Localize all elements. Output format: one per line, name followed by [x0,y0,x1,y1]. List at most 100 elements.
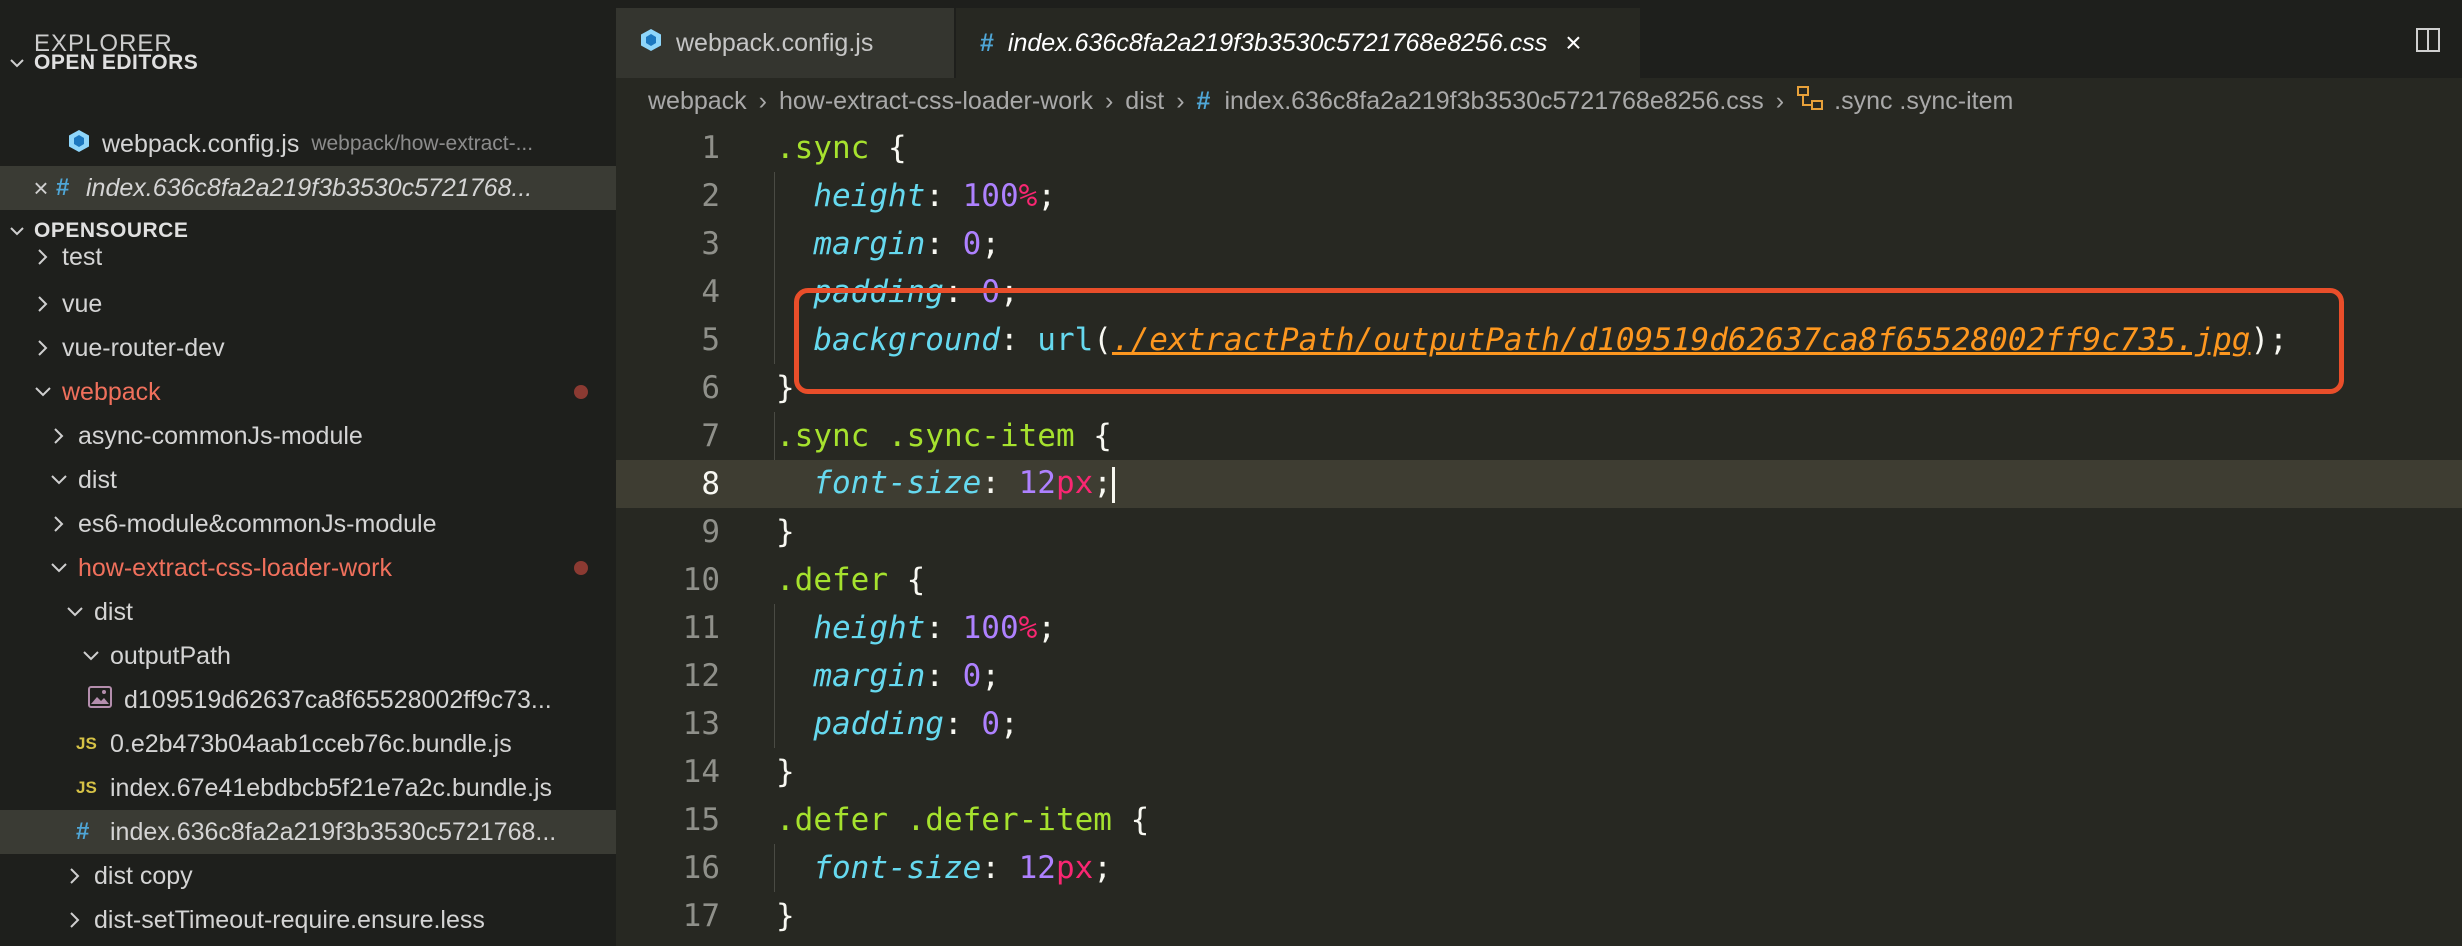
code-line[interactable]: 16 font-size: 12px; [616,844,2462,892]
line-number: 14 [682,754,720,790]
chevron-right-icon: › [1775,86,1785,115]
code-line[interactable]: 9 } [616,508,2462,556]
breadcrumb-item[interactable]: dist [1125,87,1164,116]
css-file-icon: # [1196,86,1211,115]
line-number: 12 [682,658,720,694]
code-text: .defer { [776,562,926,598]
code-line[interactable]: 7 .sync .sync-item { [616,412,2462,460]
code-line[interactable]: 11 height: 100%; [616,604,2462,652]
chevron-right-icon: › [1104,86,1114,115]
open-editor-item-index-css[interactable]: × # index.636c8fa2a219f3b3530c5721768... [0,166,616,210]
tree-item-async-commonjs-module[interactable]: async-commonJs-module [0,414,616,458]
tree-item-label: 0.e2b473b04aab1cceb76c.bundle.js [110,729,512,758]
code-text: font-size: 12px; [776,465,1115,503]
tree-item-es6-module[interactable]: es6-module&commonJs-module [0,502,616,546]
line-number: 16 [682,850,720,886]
breadcrumb: webpack › how-extract-css-loader-work › … [616,78,2462,124]
code-line[interactable]: 2 height: 100%; [616,172,2462,220]
chevron-right-icon: › [1176,86,1185,115]
breadcrumb-symbol[interactable]: .sync .sync-item [1834,87,2013,116]
code-text: .sync .sync-item { [776,418,1112,454]
tree-item-how-extract-css-loader-work[interactable]: how-extract-css-loader-work [0,546,616,590]
tab-webpack-config[interactable]: webpack.config.js [616,8,954,78]
tree-item-outputpath[interactable]: outputPath [0,634,616,678]
code-line[interactable]: 10 .defer { [616,556,2462,604]
code-text: height: 100%; [813,610,1056,646]
open-editor-item-webpack-config[interactable]: webpack.config.js webpack/how-extract-..… [0,122,616,166]
code-line[interactable]: 13 padding: 0; [616,700,2462,748]
chevron-right-icon [30,291,56,317]
css-file-icon: # [56,174,70,201]
line-number: 10 [682,562,720,598]
tree-item-index-css[interactable]: # index.636c8fa2a219f3b3530c5721768... [0,810,616,854]
tab-index-css[interactable]: # index.636c8fa2a219f3b3530c5721768e8256… [956,8,1640,78]
tree-item-bundle-index[interactable]: JS index.67e41ebdbcb5f21e7a2c.bundle.js [0,766,616,810]
line-number: 15 [682,802,720,838]
chevron-down-icon [78,643,104,669]
token-number: 100 [962,610,1019,646]
breadcrumb-item[interactable]: webpack [648,87,747,116]
token-number: 0 [962,658,982,694]
tree-item-dist-inner[interactable]: dist [0,590,616,634]
open-editors-header[interactable]: OPEN EDITORS [0,42,616,84]
tree-item-test[interactable]: test [0,240,616,274]
token-number: 100 [962,178,1019,214]
tree-item-label: d109519d62637ca8f65528002ff9c73... [124,685,552,714]
tree-item-dist-settimeout[interactable]: dist-setTimeout-require.ensure.less [0,898,616,942]
tree-item-label: async-commonJs-module [78,421,363,450]
tree-item-label: dist-setTimeout-require.ensure.less [94,905,485,934]
editor-tab-bar: webpack.config.js # index.636c8fa2a219f3… [616,0,2462,78]
breadcrumb-file[interactable]: index.636c8fa2a219f3b3530c5721768e8256.c… [1224,87,1763,116]
code-text: .sync { [776,130,907,166]
line-number: 17 [682,898,720,934]
webpack-icon [640,28,662,59]
tree-item-vue[interactable]: vue [0,282,616,326]
tree-item-label: index.636c8fa2a219f3b3530c5721768... [110,817,557,846]
code-text: margin: 0; [813,658,1000,694]
tree-item-image-file[interactable]: d109519d62637ca8f65528002ff9c73... [0,678,616,722]
tree-item-label: vue [62,289,103,318]
breadcrumb-item[interactable]: how-extract-css-loader-work [779,87,1093,116]
close-icon[interactable]: × [1565,27,1581,59]
line-number: 13 [682,706,720,742]
token-unit: % [1018,178,1038,214]
token-selector: .sync .sync-item [776,418,1075,454]
tree-item-dist-copy[interactable]: dist copy [0,854,616,898]
image-file-icon [88,685,118,715]
css-file-icon: # [76,818,90,845]
code-text: } [776,898,795,934]
code-text: } [776,514,795,550]
symbol-class-icon [1796,85,1824,118]
modified-indicator [574,561,588,575]
split-editor-icon[interactable] [2414,26,2442,59]
code-line[interactable]: 15 .defer .defer-item { [616,796,2462,844]
close-icon[interactable]: × [26,173,56,204]
line-number: 11 [682,610,720,646]
open-editors-label: OPEN EDITORS [34,51,199,74]
token-property: padding [813,706,944,742]
code-text: margin: 0; [813,226,1000,262]
tree-item-bundle-0[interactable]: JS 0.e2b473b04aab1cceb76c.bundle.js [0,722,616,766]
code-text: padding: 0; [813,706,1019,742]
code-line[interactable]: 14 } [616,748,2462,796]
line-number: 4 [701,274,720,310]
open-editor-filename: index.636c8fa2a219f3b3530c5721768... [86,173,533,202]
code-line[interactable]: 12 margin: 0; [616,652,2462,700]
code-line[interactable]: 1 .sync { [616,124,2462,172]
chevron-right-icon [62,863,88,889]
code-editor[interactable]: 1 .sync { 2 height: 100%; 3 margin: 0; 4… [616,124,2462,946]
code-line[interactable]: 17 } [616,892,2462,940]
chevron-right-icon [30,244,56,270]
token-unit: px [1055,850,1094,886]
code-line[interactable]: 3 margin: 0; [616,220,2462,268]
tree-item-dist[interactable]: dist [0,458,616,502]
chevron-right-icon [30,335,56,361]
tree-item-vue-router-dev[interactable]: vue-router-dev [0,326,616,370]
token-selector: .sync [776,130,870,166]
chevron-right-icon: › [758,86,767,115]
code-line-current[interactable]: 8 font-size: 12px; [616,460,2462,508]
open-editor-filename: webpack.config.js [102,129,300,158]
token-number: 0 [981,706,1000,742]
tree-item-webpack[interactable]: webpack [0,370,616,414]
tree-item-label: dist [78,465,117,494]
